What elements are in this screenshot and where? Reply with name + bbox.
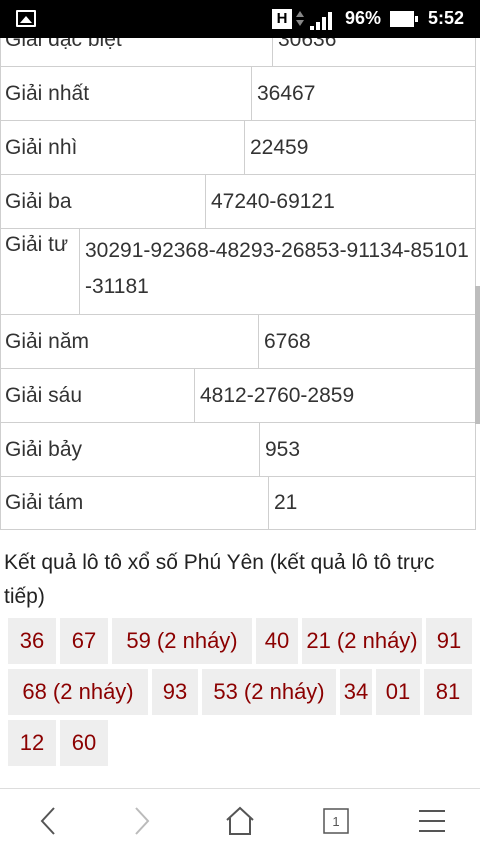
prize-label: Giải tám [1,477,269,529]
menu-icon [419,810,445,832]
loto-numbers-grid: 36 67 59 (2 nháy) 40 21 (2 nháy) 91 68 (… [4,618,474,788]
prize-value: 47240-69121 [211,189,335,213]
forward-arrow-icon [135,807,150,835]
table-row: Giải bảy 953 [0,422,476,476]
loto-number: 91 [426,618,472,664]
prize-label: Giải nhất [1,67,252,120]
prize-value: 6768 [264,329,311,353]
loto-number: 53 (2 nháy) [202,669,336,715]
prize-label: Giải bảy [1,423,260,476]
loto-section-title: Kết quả lô tô xổ số Phú Yên (kết quả lô … [4,551,435,608]
loto-number: 67 [60,618,108,664]
table-row: Giải tư 30291-92368-48293-26853-91134-85… [0,228,476,314]
battery-icon [390,11,418,27]
loto-number: 59 (2 nháy) [112,618,252,664]
back-arrow-icon [40,807,55,835]
page-content[interactable]: Giải đặc biệt 30636 Giải nhất 36467 Giải… [0,38,480,788]
back-button[interactable] [26,801,70,841]
table-row: Giải nhì 22459 [0,120,476,174]
image-notification-icon [16,10,36,27]
network-type-icon: H [272,9,292,29]
status-bar: H 96% 5:52 [0,0,480,38]
prize-label: Giải năm [1,315,259,368]
table-row: Giải nhất 36467 [0,66,476,120]
prize-label: Giải sáu [1,369,195,422]
loto-number: 93 [152,669,198,715]
prize-value: 36467 [257,81,316,105]
prize-value: 22459 [250,135,309,159]
prize-label: Giải ba [1,175,206,228]
forward-button[interactable] [120,801,164,841]
loto-number: 40 [256,618,298,664]
clock: 5:52 [428,8,465,28]
table-row: Giải đặc biệt 30636 [0,38,476,66]
loto-number: 68 (2 nháy) [8,669,148,715]
browser-bottom-toolbar: 1 [0,788,480,854]
menu-button[interactable] [410,801,454,841]
loto-number: 12 [8,720,56,766]
loto-number: 81 [424,669,472,715]
prize-value: 4812-2760-2859 [200,383,355,407]
prize-label: Giải nhì [1,121,245,174]
prize-value: 30291-92368-48293-26853-91134-85101-3118… [85,239,469,298]
table-row: Giải sáu 4812-2760-2859 [0,368,476,422]
data-activity-icon [296,9,304,29]
table-row: Giải ba 47240-69121 [0,174,476,228]
home-icon [226,806,254,835]
loto-number: 21 (2 nháy) [302,618,422,664]
loto-number: 60 [60,720,108,766]
loto-number: 01 [376,669,420,715]
prize-value: 21 [274,491,298,514]
loto-number: 36 [8,618,56,664]
signal-strength-icon [310,10,338,30]
prize-label: Giải đặc biệt [1,38,273,66]
loto-number: 34 [340,669,372,715]
table-row: Giải tám 21 [0,476,476,530]
scrollbar-thumb[interactable] [475,286,480,424]
prize-label: Giải tư [1,229,80,314]
tab-count: 1 [332,813,340,829]
results-table: Giải đặc biệt 30636 Giải nhất 36467 Giải… [0,38,476,530]
tabs-button[interactable]: 1 [314,801,358,841]
home-button[interactable] [218,801,262,841]
prize-value: 30636 [278,38,337,51]
prize-value: 953 [265,437,301,461]
battery-percent: 96% [345,8,382,28]
table-row: Giải năm 6768 [0,314,476,368]
